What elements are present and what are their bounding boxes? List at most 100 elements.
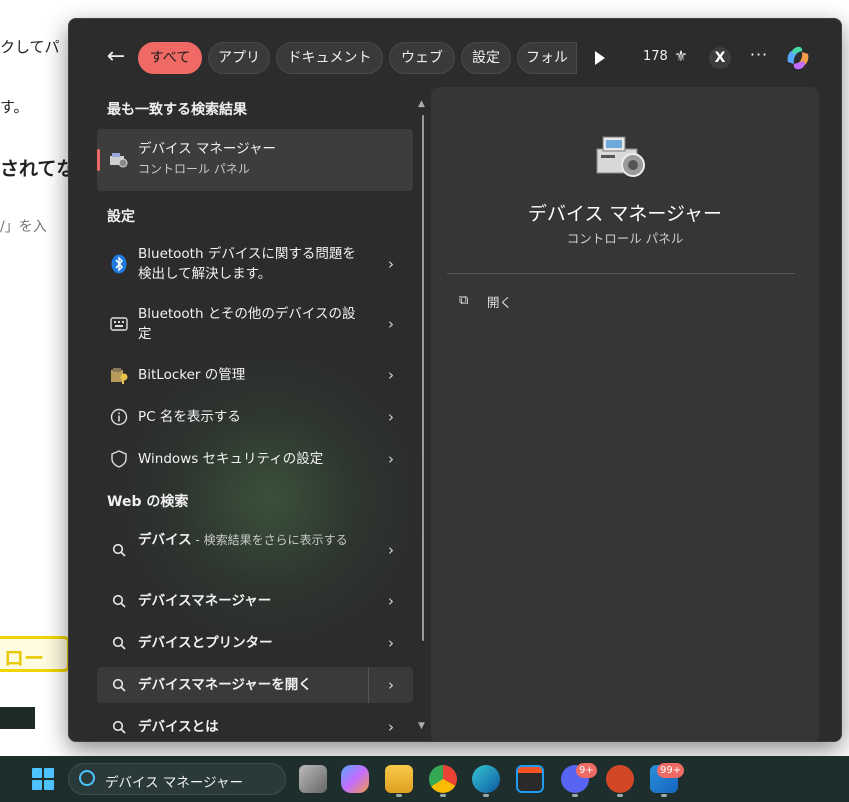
settings-item-pc-name[interactable]: PC 名を表示する › (97, 399, 413, 435)
search-icon (109, 675, 129, 695)
edge-icon[interactable] (472, 765, 500, 793)
web-item-devices[interactable]: デバイス - 検索結果をさらに表示する › (97, 523, 413, 577)
running-indicator (661, 794, 667, 797)
rewards-points[interactable]: 178 (643, 49, 668, 64)
settings-item-label: Bluetooth とその他のデバイスの設定 (138, 306, 356, 342)
filter-folders[interactable]: フォル (517, 42, 577, 74)
taskbar: デバイス マネージャー 9+ 99+ (0, 756, 849, 802)
web-item-label: デバイスとプリンター (138, 635, 273, 651)
bg-text-line: /」を入 (0, 219, 47, 235)
search-icon (109, 633, 129, 653)
bitlocker-key-icon (109, 365, 129, 385)
bg-heading: されてな (0, 158, 76, 180)
search-icon (109, 717, 129, 737)
settings-item-label: Windows セキュリティの設定 (138, 451, 324, 467)
device-manager-large-icon (596, 136, 645, 177)
scroll-down-arrow-icon[interactable]: ▼ (418, 721, 425, 731)
settings-item-windows-security[interactable]: Windows セキュリティの設定 › (97, 441, 413, 477)
running-indicator (440, 794, 446, 797)
running-indicator (617, 794, 623, 797)
chevron-right-icon[interactable]: › (385, 449, 397, 469)
open-label: 開く (487, 295, 513, 310)
best-match-subtitle: コントロール パネル (138, 162, 250, 176)
best-match-title: デバイス マネージャー (138, 141, 276, 157)
task-view-icon[interactable] (299, 765, 327, 793)
running-indicator (572, 794, 578, 797)
filter-all[interactable]: すべて (138, 42, 202, 74)
web-item-more-results: - 検索結果をさらに表示する (191, 533, 348, 547)
chevron-right-icon[interactable]: › (385, 365, 397, 385)
web-item-label: デバイス (138, 532, 192, 548)
bluetooth-icon (109, 254, 129, 274)
bg-text-line: す。 (0, 98, 29, 116)
web-item-device-manager[interactable]: デバイスマネージャー › (97, 583, 413, 619)
chevron-right-icon[interactable]: › (385, 314, 397, 334)
bg-thumbnail (0, 707, 35, 729)
device-manager-icon (109, 150, 129, 170)
notification-badge: 9+ (576, 763, 597, 778)
filter-apps[interactable]: アプリ (208, 42, 270, 74)
running-indicator (483, 794, 489, 797)
search-icon (109, 591, 129, 611)
web-item-label: デバイスとは (138, 719, 219, 735)
results-list: 最も一致する検索結果 デバイス マネージャー コントロール パネル 設定 Blu… (69, 95, 427, 741)
copilot-taskbar-icon[interactable] (341, 765, 369, 793)
copilot-icon[interactable] (782, 42, 814, 74)
shield-icon (109, 449, 129, 469)
search-panel: ← すべて アプリ ドキュメント ウェブ 設定 フォル 178 ⚜ X ··· … (68, 18, 842, 742)
settings-item-label: BitLocker の管理 (138, 367, 246, 383)
chevron-right-icon[interactable]: › (385, 633, 397, 653)
chevron-right-icon[interactable]: › (385, 254, 397, 274)
more-options-icon[interactable]: ··· (748, 45, 770, 67)
notification-badge: 99+ (657, 763, 685, 778)
taskbar-search-box[interactable]: デバイス マネージャー (68, 763, 286, 795)
search-icon (109, 540, 129, 560)
taskbar-search-text: デバイス マネージャー (105, 775, 243, 791)
bg-sign-image: ロー (0, 636, 70, 672)
back-arrow-icon[interactable]: ← (103, 45, 129, 71)
web-item-devices-printers[interactable]: デバイスとプリンター › (97, 625, 413, 661)
open-action[interactable]: ⧉ 開く (459, 292, 559, 312)
best-match-result[interactable]: デバイス マネージャー コントロール パネル (97, 129, 413, 191)
preview-pane: デバイス マネージャー コントロール パネル ⧉ 開く (431, 87, 819, 741)
info-icon (109, 407, 129, 427)
web-item-label: デバイスマネージャー (138, 593, 272, 609)
web-search-header: Web の検索 (107, 494, 189, 510)
settings-item-bitlocker[interactable]: BitLocker の管理 › (97, 357, 413, 393)
filter-settings[interactable]: 設定 (461, 42, 511, 74)
preview-title: デバイス マネージャー (527, 203, 723, 225)
keyboard-icon (109, 314, 129, 334)
web-item-label: デバイスマネージャーを開く (138, 677, 312, 693)
scroll-up-arrow-icon[interactable]: ▲ (418, 99, 425, 109)
scroll-filters-play-icon[interactable] (593, 50, 607, 66)
settings-item-label: Bluetooth デバイスに関する問題を検出して解決します。 (138, 246, 356, 282)
search-icon (79, 770, 95, 786)
chevron-right-icon[interactable]: › (385, 591, 397, 611)
web-item-open-device-manager[interactable]: デバイスマネージャーを開く › (97, 667, 413, 703)
powerpoint-icon[interactable] (606, 765, 634, 793)
best-match-header: 最も一致する検索結果 (107, 102, 247, 118)
chevron-right-icon[interactable]: › (385, 407, 397, 427)
chevron-right-icon[interactable]: › (385, 717, 397, 737)
start-button-windows-icon[interactable] (32, 768, 54, 790)
filter-web[interactable]: ウェブ (389, 42, 455, 74)
running-indicator (396, 794, 402, 797)
settings-item-bluetooth-devices[interactable]: Bluetooth とその他のデバイスの設定 › (97, 297, 413, 351)
settings-item-label: PC 名を表示する (138, 409, 241, 425)
rewards-trophy-icon[interactable]: ⚜ (672, 47, 690, 67)
scrollbar[interactable] (422, 115, 424, 641)
chevron-right-icon[interactable]: › (385, 675, 397, 695)
open-external-icon: ⧉ (459, 293, 469, 308)
account-avatar[interactable]: X (709, 47, 731, 69)
divider (368, 667, 369, 703)
settings-item-bluetooth-troubleshoot[interactable]: Bluetooth デバイスに関する問題を検出して解決します。 › (97, 237, 413, 291)
chrome-icon[interactable] (429, 765, 457, 793)
preview-divider (447, 273, 795, 274)
filter-documents[interactable]: ドキュメント (276, 42, 383, 74)
preview-subtitle: コントロール パネル (566, 231, 684, 246)
file-explorer-icon[interactable] (385, 765, 413, 793)
web-item-what-is-device[interactable]: デバイスとは › (97, 709, 413, 741)
filter-bar: ← すべて アプリ ドキュメント ウェブ 設定 フォル 178 ⚜ X ··· (69, 19, 841, 95)
chevron-right-icon[interactable]: › (385, 540, 397, 560)
store-icon[interactable] (516, 765, 544, 793)
